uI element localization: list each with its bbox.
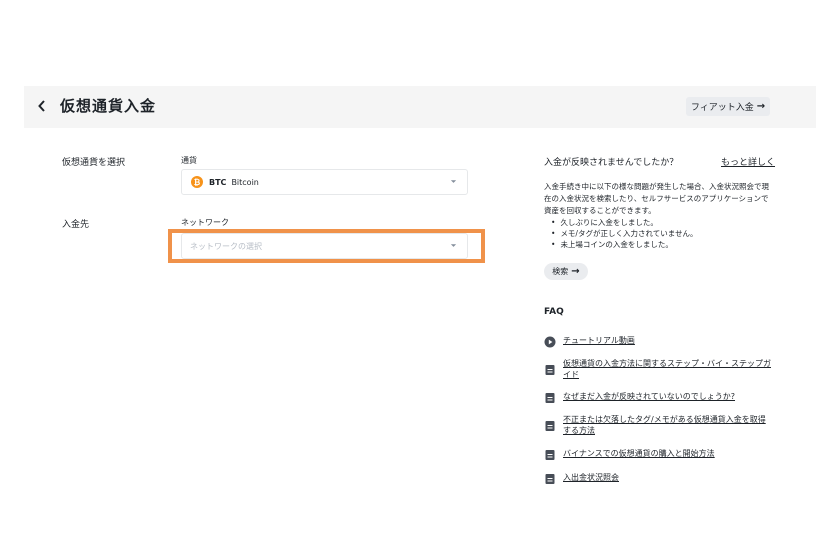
document-icon xyxy=(545,450,555,460)
faq-item-tutorial-video[interactable]: チュートリアル動画 xyxy=(544,335,776,348)
currency-field-label: 通貨 xyxy=(181,156,197,165)
learn-more-link[interactable]: もっと詳しく xyxy=(721,155,775,168)
faq-item-text: バイナンスでの仮想通貨の購入と開始方法 xyxy=(563,449,715,458)
arrow-right-icon: → xyxy=(571,266,580,277)
back-arrow-icon[interactable] xyxy=(34,97,50,115)
faq-item-deposit-guide[interactable]: 仮想通貨の入金方法に関するステップ・バイ・ステップガイド xyxy=(544,358,776,380)
faq-item-text: なぜまだ入金が反映されていないのでしょうか? xyxy=(563,392,736,401)
search-button[interactable]: 検索 → xyxy=(544,263,588,280)
select-crypto-label: 仮想通貨を選択 xyxy=(62,158,126,168)
page-title: 仮想通貨入金 xyxy=(60,97,157,115)
search-button-label: 検索 xyxy=(552,267,569,276)
help-issue-list: 久しぶりに入金をしました。 メモ/タグが正しく入力されていません。 未上場コイン… xyxy=(551,217,776,250)
faq-item-text: 仮想通貨の入金方法に関するステップ・バイ・ステップガイド xyxy=(563,359,771,379)
arrow-right-icon: → xyxy=(756,101,766,112)
list-item: 未上場コインの入金をしました。 xyxy=(551,239,776,250)
currency-select[interactable]: ₿ BTC Bitcoin xyxy=(181,169,468,195)
chevron-down-icon xyxy=(450,180,457,183)
faq-item-deposit-not-reflected[interactable]: なぜまだ入金が反映されていないのでしょうか? xyxy=(544,391,776,404)
network-field-label: ネットワーク xyxy=(181,218,229,227)
network-highlight-box xyxy=(168,229,485,263)
document-icon xyxy=(545,474,555,484)
document-icon xyxy=(545,421,555,431)
faq-item-text: チュートリアル動画 xyxy=(563,336,635,345)
bitcoin-icon: ₿ xyxy=(191,176,203,188)
faq-item-deposit-status-inquiry[interactable]: 入出金状況照会 xyxy=(544,472,776,485)
deposit-to-label: 入金先 xyxy=(62,220,90,230)
faq-item-missing-tag-recovery[interactable]: 不正または欠落したタグ/メモがある仮想通貨入金を取得する方法 xyxy=(544,414,776,436)
faq-item-text: 不正または欠落したタグ/メモがある仮想通貨入金を取得する方法 xyxy=(563,415,766,435)
faq-item-text: 入出金状況照会 xyxy=(563,473,619,482)
faq-item-buy-crypto-guide[interactable]: バイナンスでの仮想通貨の購入と開始方法 xyxy=(544,448,776,461)
list-item: 久しぶりに入金をしました。 xyxy=(551,217,776,228)
play-icon xyxy=(544,336,556,348)
document-icon xyxy=(545,365,555,375)
coin-name: Bitcoin xyxy=(231,177,259,187)
fiat-deposit-button[interactable]: フィアット入金 → xyxy=(686,97,770,116)
document-icon xyxy=(545,393,555,403)
coin-symbol: BTC xyxy=(209,177,227,187)
help-title: 入金が反映されませんでしたか？ xyxy=(544,158,679,168)
fiat-deposit-label: フィアット入金 xyxy=(690,103,754,113)
list-item: メモ/タグが正しく入力されていません。 xyxy=(551,228,776,239)
faq-title: FAQ xyxy=(544,307,564,317)
help-description: 入金手続き中に以下の様な問題が発生した場合、入金状況照会で現在の入金状況を検索し… xyxy=(544,182,769,215)
